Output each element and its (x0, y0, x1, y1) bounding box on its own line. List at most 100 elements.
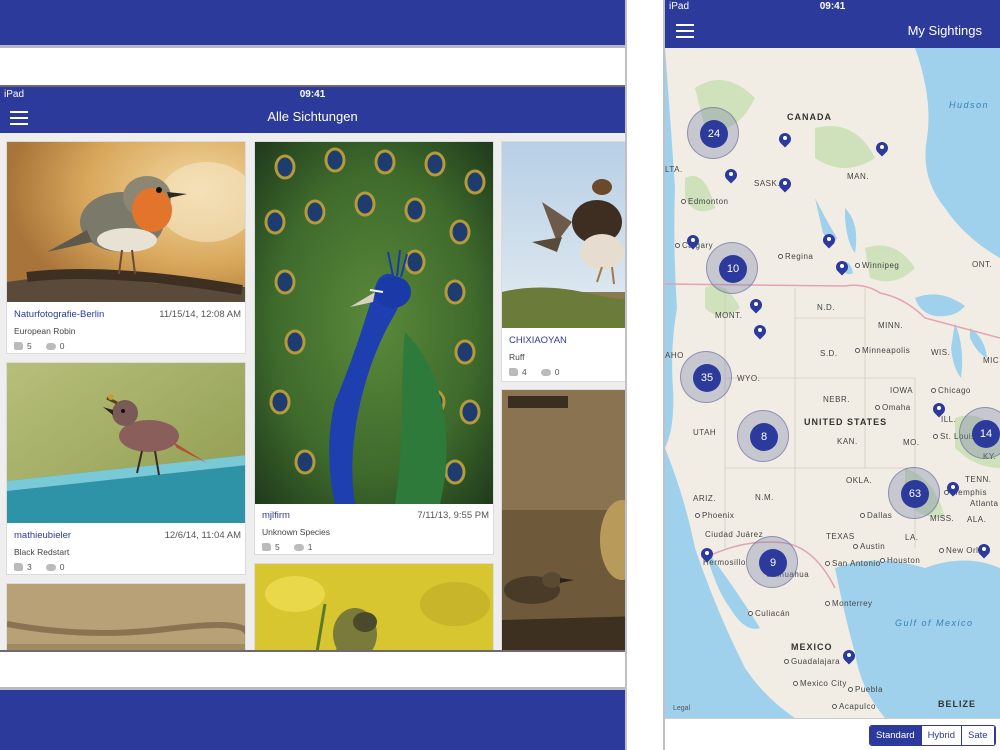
sightings-cluster[interactable]: 8 (737, 410, 789, 462)
like-count[interactable]: 4 (509, 367, 527, 377)
like-count[interactable]: 5 (262, 542, 280, 552)
left-ipad-screen: iPad 09:41 Alle Sichtungen Naturfotograf… (0, 0, 625, 750)
card-username[interactable]: CHIXIAOYAN (509, 335, 567, 346)
page-title: Alle Sichtungen (267, 109, 358, 124)
region-label: IOWA (890, 386, 914, 395)
sightings-cluster[interactable]: 63 (888, 467, 940, 519)
map-pin-icon[interactable] (698, 545, 716, 564)
sightings-cluster[interactable]: 24 (687, 107, 739, 159)
likes-value: 5 (275, 542, 280, 552)
region-label: ALA. (967, 515, 987, 524)
thumbs-up-icon (509, 368, 518, 376)
likes-value: 5 (27, 341, 32, 351)
region-label: WIS. (931, 348, 951, 357)
map-pin-icon[interactable] (833, 258, 851, 277)
map-pin-icon[interactable] (944, 479, 962, 498)
region-label: UTAH (693, 428, 717, 437)
map-pin-icon[interactable] (820, 231, 838, 250)
map-pin-icon[interactable] (684, 232, 702, 251)
comment-count[interactable]: 1 (293, 542, 313, 552)
comments-value: 0 (59, 562, 65, 572)
legal-link[interactable]: Legal (673, 705, 690, 712)
cluster-count: 10 (719, 255, 747, 283)
like-count[interactable]: 3 (14, 562, 32, 572)
sighting-card[interactable]: Naturfotografie-Berlin 11/15/14, 12:08 A… (6, 141, 246, 354)
card-username[interactable]: Naturfotografie-Berlin (14, 309, 104, 320)
cluster-count: 14 (972, 420, 1000, 448)
region-label: WYO. (737, 374, 761, 383)
region-label: MAN. (847, 172, 869, 181)
comment-count[interactable]: 0 (45, 341, 65, 351)
map-pin-icon[interactable] (975, 541, 993, 560)
comments-value: 0 (554, 367, 560, 377)
map-type-standard[interactable]: Standard (870, 726, 922, 745)
sighting-card[interactable]: mjlfirm 7/11/13, 9:55 PM Unknown Species… (254, 141, 494, 555)
comment-icon (540, 368, 551, 376)
like-count[interactable]: 5 (14, 341, 32, 351)
city-label: Minneapolis (855, 346, 910, 355)
map-pin-icon[interactable] (751, 322, 769, 341)
region-label: TEXAS (826, 532, 855, 541)
map-type-selector[interactable]: Standard Hybrid Sate (869, 725, 996, 746)
cluster-count: 9 (759, 549, 787, 577)
card-username[interactable]: mjlfirm (262, 510, 290, 521)
country-label: BELIZE (938, 699, 977, 709)
thumbs-up-icon (14, 342, 23, 350)
sighting-card[interactable]: mathieubieler 12/6/14, 11:04 AM Black Re… (6, 362, 246, 575)
card-species: European Robin (14, 326, 76, 336)
sightings-map[interactable]: CANADA Hudson LTA. SASK. MAN. Edmonton C… (665, 48, 1000, 718)
map-type-hybrid[interactable]: Hybrid (922, 726, 963, 745)
duck-photo[interactable] (502, 390, 625, 650)
city-label: Dallas (860, 511, 892, 520)
region-label: ONT. (972, 260, 993, 269)
sighting-card[interactable] (6, 583, 246, 650)
menu-icon[interactable] (676, 24, 694, 38)
card-date: 7/11/13, 9:55 PM (417, 510, 489, 521)
city-label: Edmonton (681, 197, 728, 206)
sightings-feed[interactable]: Naturfotografie-Berlin 11/15/14, 12:08 A… (0, 133, 625, 650)
card-stats: 3 0 (14, 562, 64, 572)
finch-photo[interactable] (255, 564, 493, 650)
ruff-photo[interactable] (502, 142, 625, 328)
map-pin-icon[interactable] (776, 130, 794, 149)
comments-value: 0 (59, 341, 65, 351)
bird-photo[interactable] (7, 584, 245, 650)
comment-count[interactable]: 0 (45, 562, 65, 572)
comment-count[interactable]: 0 (540, 367, 560, 377)
map-pin-icon[interactable] (747, 296, 765, 315)
map-pin-icon[interactable] (930, 400, 948, 419)
map-pin-icon[interactable] (776, 175, 794, 194)
sightings-cluster[interactable]: 35 (680, 351, 732, 403)
comments-value: 1 (307, 542, 313, 552)
status-time: 09:41 (299, 89, 326, 100)
region-label: MISS. (930, 514, 955, 523)
peacock-photo[interactable] (255, 142, 493, 504)
region-label: MONT. (715, 311, 743, 320)
card-stats: 5 1 (262, 542, 312, 552)
robin-photo[interactable] (7, 142, 245, 302)
region-label: TENN. (965, 475, 992, 484)
sightings-cluster[interactable]: 10 (706, 242, 758, 294)
comment-icon (45, 342, 56, 350)
map-type-satellite[interactable]: Sate (962, 726, 995, 745)
card-username[interactable]: mathieubieler (14, 530, 71, 541)
city-label: Acapulco (832, 702, 876, 711)
thumbs-up-icon (14, 563, 23, 571)
background-band-bottom (0, 690, 625, 750)
map-pin-icon[interactable] (873, 139, 891, 158)
sighting-card[interactable] (254, 563, 494, 650)
map-pin-icon[interactable] (840, 647, 858, 666)
city-label: Winnipeg (855, 261, 899, 270)
sighting-card[interactable]: CHIXIAOYAN Ruff 4 0 (501, 141, 625, 382)
thumbs-up-icon (262, 543, 271, 551)
map-pin-icon[interactable] (722, 166, 740, 185)
country-label: CANADA (787, 112, 832, 122)
region-label: S.D. (820, 349, 838, 358)
region-label: MIC (983, 356, 1000, 365)
sightings-cluster[interactable]: 9 (746, 536, 798, 588)
redstart-photo[interactable] (7, 363, 245, 523)
comment-icon (293, 543, 304, 551)
region-label: N.M. (755, 493, 774, 502)
region-label: LTA. (665, 165, 683, 174)
sighting-card[interactable] (501, 389, 625, 650)
